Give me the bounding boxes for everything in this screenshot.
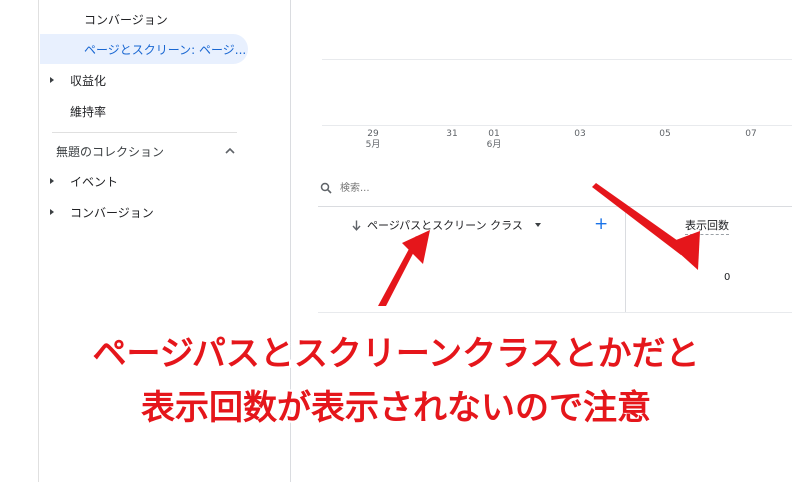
sidebar-item-label: コンバージョン [70,205,154,220]
sidebar-item-events[interactable]: イベント [50,166,118,196]
x-tick-label: 05 [659,129,671,139]
sidebar-item-label: 維持率 [70,104,107,119]
search-icon [320,182,332,194]
annotation-caption-line1: ページパスとスクリーンクラスとかだと [92,334,700,374]
sidebar-item-monetization[interactable]: 収益化 [50,65,106,95]
annotation-caption-line2: 表示回数が表示されないので注意 [141,388,651,428]
sidebar-item-label: コンバージョン [84,12,168,27]
metric-header-views[interactable]: 表示回数 [685,217,729,235]
sidebar-divider [52,132,237,133]
sidebar-item-label: 収益化 [70,73,107,88]
x-tick-label: 07 [745,129,757,139]
expand-caret-icon [50,209,54,215]
search-input[interactable] [340,180,640,196]
dimension-header-label: ページパスとスクリーン クラス [367,219,523,232]
chevron-up-icon[interactable] [224,146,236,156]
chart-baseline [322,125,792,126]
metric-value: 0 [724,272,731,283]
sidebar-item-label: イベント [70,174,119,189]
dimension-header[interactable]: ページパスとスクリーン クラス [352,217,541,233]
sidebar-item-label: ページとスクリーン: ページ... [84,42,247,57]
arrow-down-icon[interactable] [352,220,361,231]
add-dimension-button[interactable]: + [594,216,608,233]
table-header-separator [318,206,792,207]
expand-caret-icon [50,77,54,83]
chart-gridline [322,59,792,60]
x-tick-label: 03 [574,129,586,139]
sidebar-item-pages-and-screens[interactable]: ページとスクリーン: ページ... [40,34,248,64]
collection-title: 無題のコレクション [56,145,165,159]
x-tick-label: 29 5月 [365,129,381,150]
arrow-head [668,231,700,270]
table-bottom-border [318,312,792,313]
x-tick-label: 01 6月 [486,129,502,150]
arrow-head [402,230,430,264]
arrow-to-dimension-icon [378,236,420,306]
x-tick-label: 31 [446,129,458,139]
sidebar-item-retention[interactable]: 維持率 [70,96,106,126]
expand-caret-icon [50,178,54,184]
dropdown-arrow-icon[interactable] [534,223,541,227]
column-separator [625,207,626,313]
sidebar-item-collection-conversions[interactable]: コンバージョン [50,197,154,227]
sidebar-item-conversions[interactable]: コンバージョン [84,4,168,34]
